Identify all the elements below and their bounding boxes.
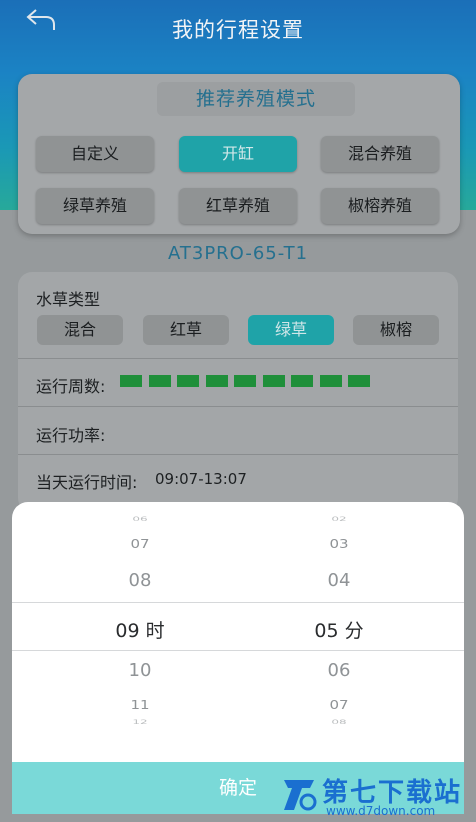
mode-red-grass-button[interactable]: 红草养殖 [179, 188, 297, 224]
grass-green-button[interactable]: 绿草 [248, 315, 334, 345]
time-picker-sheet: 06 07 08 09 时 10 11 12 02 03 04 05 分 06 … [12, 502, 464, 814]
divider [18, 406, 458, 407]
mode-anubias-button[interactable]: 椒榕养殖 [321, 188, 439, 224]
mode-title: 推荐养殖模式 [157, 82, 355, 116]
mode-green-grass-button[interactable]: 绿草养殖 [36, 188, 154, 224]
minute-option[interactable]: 06 [226, 660, 452, 681]
week-dot[interactable] [148, 375, 171, 387]
week-dot[interactable] [348, 375, 370, 387]
run-time-value[interactable]: 09:07-13:07 [155, 470, 247, 488]
week-dot[interactable] [234, 375, 256, 387]
hour-option[interactable]: 06 [27, 516, 253, 523]
divider [18, 454, 458, 455]
hour-option[interactable]: 08 [27, 570, 253, 591]
week-dot[interactable] [205, 375, 228, 387]
watermark: 第七下载站 www.d7down.com [280, 770, 470, 820]
picker-selection-top-line [12, 602, 464, 603]
minute-option[interactable]: 08 [226, 719, 452, 726]
week-dot[interactable] [120, 375, 142, 387]
hour-option[interactable]: 12 [27, 719, 253, 726]
hour-option[interactable]: 11 [27, 698, 253, 712]
picker-selection-bottom-line [12, 650, 464, 651]
hour-option[interactable]: 10 [27, 660, 253, 681]
run-power-label: 运行功率: [36, 426, 106, 445]
week-dot[interactable] [291, 375, 313, 387]
watermark-logo-icon [280, 774, 320, 814]
week-dot[interactable] [319, 375, 342, 387]
page-title: 我的行程设置 [172, 18, 304, 42]
mode-card: 推荐养殖模式 自定义 开缸 混合养殖 绿草养殖 红草养殖 椒榕养殖 [18, 74, 460, 234]
minute-selected[interactable]: 05 分 [226, 616, 452, 643]
divider [18, 358, 458, 359]
minute-option[interactable]: 03 [226, 537, 452, 551]
device-name: AT3PRO-65-T1 [167, 243, 309, 264]
run-week-indicator[interactable] [120, 375, 377, 389]
grass-red-button[interactable]: 红草 [143, 315, 229, 345]
grass-type-label: 水草类型 [36, 290, 101, 309]
hour-selected[interactable]: 09 时 [27, 616, 253, 643]
week-dot[interactable] [177, 375, 199, 387]
grass-anubias-button[interactable]: 椒榕 [353, 315, 439, 345]
grass-mixed-button[interactable]: 混合 [37, 315, 123, 345]
run-week-label: 运行周数: [36, 377, 106, 396]
run-time-label: 当天运行时间: [36, 473, 138, 492]
week-dot[interactable] [262, 375, 285, 387]
mode-custom-button[interactable]: 自定义 [36, 136, 154, 172]
minute-option[interactable]: 07 [226, 698, 452, 712]
watermark-url: www.d7down.com [326, 804, 436, 818]
hour-option[interactable]: 07 [27, 537, 253, 551]
mode-open-tank-button[interactable]: 开缸 [179, 136, 297, 172]
minute-option[interactable]: 04 [226, 570, 452, 591]
mode-mixed-button[interactable]: 混合养殖 [321, 136, 439, 172]
minute-option[interactable]: 02 [226, 516, 452, 523]
